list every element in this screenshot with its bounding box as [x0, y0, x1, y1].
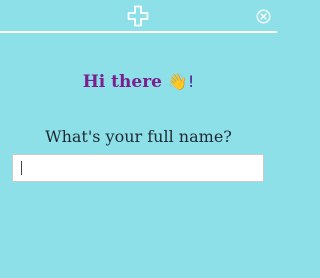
full-name-input[interactable]	[12, 154, 264, 182]
plus-cross-outline-icon	[127, 5, 149, 27]
header-bar	[0, 0, 277, 32]
app-window: Hi there 👋! What's your full name?	[0, 0, 277, 278]
text-cursor	[21, 161, 22, 175]
header-divider	[0, 31, 277, 33]
greeting-heading: Hi there 👋!	[0, 70, 277, 94]
close-icon[interactable]	[256, 9, 271, 24]
question-label: What's your full name?	[45, 127, 232, 146]
greeting-text: Hi there	[82, 72, 162, 92]
waving-hand-emoji: 👋!	[167, 72, 195, 91]
